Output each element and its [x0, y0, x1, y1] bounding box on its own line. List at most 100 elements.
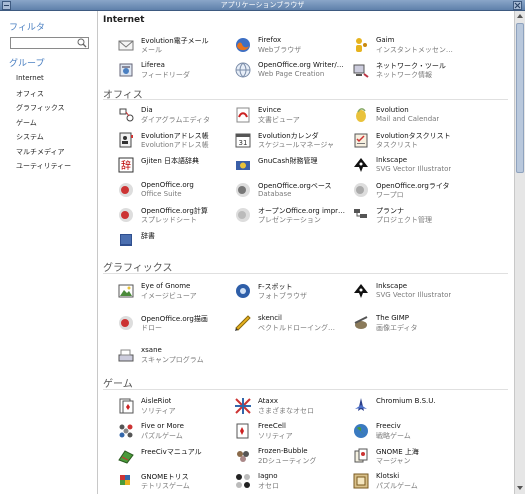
- app-name: Klotski: [376, 472, 400, 480]
- app-network-tools[interactable]: ネットワーク・ツール ネットワーク情報: [352, 60, 482, 82]
- window-menu-button[interactable]: [2, 1, 11, 10]
- dictionary-icon: [120, 234, 132, 246]
- app-xsane[interactable]: xsane スキャンプログラム: [117, 345, 247, 367]
- sidebar-item-graphics[interactable]: グラフィックス: [16, 103, 65, 113]
- app-name: Chromium B.S.U.: [376, 397, 436, 405]
- filter-field[interactable]: [10, 37, 89, 49]
- app-ataxx[interactable]: Ataxx さまざまなオセロ: [234, 396, 364, 418]
- app-oo-calc[interactable]: OpenOffice.org計算 スプレッドシート: [117, 205, 247, 227]
- app-klotski[interactable]: Klotski パズルゲーム: [352, 471, 482, 493]
- app-oo-impress[interactable]: オープンOffice.org impr… プレゼンテーション: [234, 205, 364, 227]
- search-icon[interactable]: [77, 38, 87, 48]
- planner-icon: [354, 209, 367, 218]
- app-list: Internet Evolution電子メール メール Firefox Webブ…: [99, 11, 514, 494]
- app-name: xsane: [141, 346, 162, 354]
- app-description: フィードリーダ: [141, 71, 190, 79]
- evince-icon: [236, 107, 250, 123]
- app-oo-writer[interactable]: OpenOffice.orgライタ ワープロ: [352, 180, 482, 202]
- group-heading: グループ: [9, 59, 45, 69]
- app-description: 2Dシューティング: [258, 457, 317, 465]
- feed-reader-icon: [119, 63, 133, 77]
- app-name: GnuCash財務管理: [258, 157, 318, 165]
- app-gnucash[interactable]: GnuCash財務管理: [234, 155, 364, 177]
- app-description: SVG Vector Illustrator: [376, 291, 452, 299]
- app-name: Gaim: [376, 36, 395, 44]
- app-oo-base[interactable]: OpenOffice.orgベース Database: [234, 180, 364, 202]
- app-description: スプレッドシート: [141, 216, 197, 224]
- scroll-up-icon[interactable]: [516, 12, 524, 20]
- app-name: Ataxx: [258, 397, 278, 405]
- freecell-icon: [236, 423, 249, 439]
- scrollbar-thumb[interactable]: [516, 23, 524, 173]
- app-eog[interactable]: Eye of Gnome イメージビューア: [117, 281, 247, 303]
- app-dia[interactable]: Dia ダイアグラムエディタ: [117, 105, 247, 127]
- app-gaim[interactable]: Gaim インスタントメッセン…: [352, 35, 482, 57]
- app-liferea[interactable]: Liferea フィードリーダ: [117, 60, 247, 82]
- app-evolution[interactable]: Evolution Mail and Calendar: [352, 105, 482, 127]
- sidebar-item-internet[interactable]: Internet: [16, 74, 44, 82]
- app-gimp[interactable]: The GIMP 画像エディタ: [352, 313, 482, 335]
- sidebar-item-system[interactable]: システム: [16, 132, 44, 142]
- app-description: スキャンプログラム: [141, 356, 204, 364]
- oo-calc-icon: [119, 208, 133, 222]
- app-inkscape-office[interactable]: Inkscape SVG Vector Illustrator: [352, 155, 482, 177]
- eog-icon: [118, 284, 134, 298]
- app-gjiten[interactable]: 辞 Gjiten 日本語辞典: [117, 155, 247, 177]
- app-aisleriot[interactable]: AisleRiot ソリティア: [117, 396, 247, 418]
- app-description: 画像エディタ: [376, 324, 418, 332]
- oo-impress-icon: [236, 208, 250, 222]
- close-button[interactable]: [513, 1, 522, 10]
- app-five-or-more[interactable]: Five or More パズルゲーム: [117, 421, 247, 443]
- window-titlebar[interactable]: アプリケーションブラウザ: [0, 0, 525, 11]
- app-planner[interactable]: プランナ プロジェクト管理: [352, 205, 482, 227]
- svg-text:辞: 辞: [121, 159, 131, 172]
- ataxx-icon: [235, 398, 251, 414]
- scroll-down-icon[interactable]: [516, 484, 524, 492]
- app-name: 辞書: [141, 232, 155, 240]
- app-oo-draw[interactable]: OpenOffice.org描画 ドロー: [117, 313, 247, 335]
- app-gnometris[interactable]: GNOMEトリス テトリスゲーム: [117, 471, 247, 493]
- app-fspot[interactable]: F-スポット フォトブラウザ: [234, 281, 364, 303]
- app-firefox[interactable]: Firefox Webブラウザ: [234, 35, 364, 57]
- app-oo-writer-web[interactable]: OpenOffice.org Writer/… Web Page Creatio…: [234, 60, 364, 82]
- filter-input[interactable]: [11, 38, 75, 48]
- app-freeciv-manual[interactable]: FreeCivマニュアル: [117, 446, 247, 468]
- app-iagno[interactable]: Iagno オセロ: [234, 471, 364, 493]
- app-address-book[interactable]: Evolutionアドレス帳 Evolutionアドレス帳: [117, 130, 247, 152]
- app-description: ドロー: [141, 324, 162, 332]
- freeciv-manual-icon: [118, 450, 134, 464]
- app-evolution-mail[interactable]: Evolution電子メール メール: [117, 35, 247, 57]
- app-evince[interactable]: Evince 文書ビューア: [234, 105, 364, 127]
- app-calendar[interactable]: 31 Evolutionカレンダ スケジュールマネージャ: [234, 130, 364, 152]
- app-freecell[interactable]: FreeCell ソリティア: [234, 421, 364, 443]
- sidebar-item-office[interactable]: オフィス: [16, 89, 44, 99]
- app-inkscape-graphics[interactable]: Inkscape SVG Vector Illustrator: [352, 281, 482, 303]
- sidebar-item-utilities[interactable]: ユーティリティー: [16, 161, 71, 171]
- inkscape-icon: [354, 284, 368, 298]
- app-description: Evolutionアドレス帳: [141, 141, 209, 149]
- mail-icon: [118, 40, 134, 51]
- category-heading-internet: Internet: [103, 15, 145, 25]
- app-frozen-bubble[interactable]: Frozen-Bubble 2Dシューティング: [234, 446, 364, 468]
- app-dictionary[interactable]: 辞書: [117, 230, 247, 252]
- aisleriot-icon: [119, 398, 134, 414]
- web-writer-icon: [235, 62, 251, 78]
- app-description: 戦略ゲーム: [376, 432, 411, 440]
- app-name: Iagno: [258, 472, 278, 480]
- app-task-list[interactable]: Evolutionタスクリスト タスクリスト: [352, 130, 482, 152]
- gimp-icon: [354, 316, 368, 329]
- app-skencil[interactable]: skencil ベクトルドローイング…: [234, 313, 364, 335]
- app-chromium[interactable]: Chromium B.S.U.: [352, 396, 482, 418]
- app-description: ワープロ: [376, 191, 404, 199]
- sidebar-item-multimedia[interactable]: マルチメディア: [16, 147, 65, 157]
- app-freeciv[interactable]: Freeciv 戦略ゲーム: [352, 421, 482, 443]
- app-name: Evince: [258, 106, 282, 114]
- frozen-bubble-icon: [237, 451, 249, 462]
- freeciv-icon: [354, 424, 368, 438]
- app-mahjongg[interactable]: GNOME 上海 マージャン: [352, 446, 482, 468]
- app-openoffice[interactable]: OpenOffice.org Office Suite: [117, 180, 247, 202]
- app-name: Gjiten 日本語辞典: [141, 157, 200, 165]
- app-description: 文書ビューア: [258, 116, 300, 124]
- vertical-scrollbar[interactable]: [514, 11, 525, 494]
- sidebar-item-games[interactable]: ゲーム: [16, 118, 37, 128]
